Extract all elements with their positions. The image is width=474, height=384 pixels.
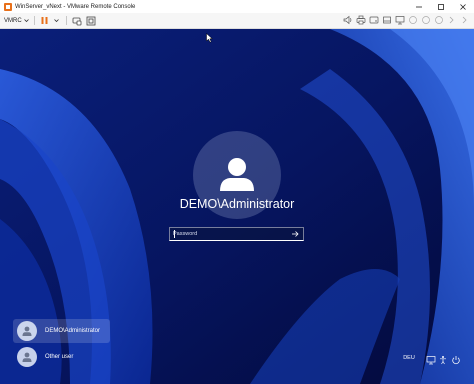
user-tile-label: DEMO\Administrator <box>45 328 101 334</box>
chevron-right-icon[interactable] <box>447 15 457 25</box>
user-avatar-icon <box>17 321 37 341</box>
send-keys-icon[interactable] <box>72 16 82 26</box>
window-controls <box>408 0 474 13</box>
network-icon[interactable] <box>425 355 437 365</box>
window-titlebar: WinServer_vNext - VMware Remote Console <box>0 0 474 13</box>
vmrc-menu-button[interactable]: VMRC <box>4 18 29 24</box>
maximize-icon[interactable] <box>430 0 452 13</box>
vmrc-toolbar: VMRC <box>0 13 474 29</box>
minimize-icon[interactable] <box>408 0 430 13</box>
accessibility-icon[interactable] <box>437 355 449 365</box>
removable-device-icon[interactable] <box>382 15 392 25</box>
chevron-right-icon[interactable] <box>460 15 470 25</box>
user-tile-other-user[interactable]: Other user <box>13 345 110 369</box>
vmrc-app-icon <box>3 2 12 11</box>
remote-console-screen[interactable]: DEMO\Administrator DEMO\Administrator Ot… <box>0 29 474 384</box>
login-username: DEMO\Administrator <box>179 197 295 211</box>
user-avatar-icon <box>17 347 37 367</box>
pause-icon[interactable] <box>40 16 50 26</box>
chevron-down-icon <box>23 19 29 23</box>
window-title: WinServer_vNext - VMware Remote Console <box>15 3 136 10</box>
more-device-icon[interactable] <box>434 15 444 25</box>
toolbar-divider <box>33 16 35 25</box>
person-icon <box>220 158 254 191</box>
power-menu-chevron-icon[interactable] <box>54 16 60 26</box>
network-icon[interactable] <box>395 15 405 25</box>
password-field[interactable] <box>169 227 304 241</box>
fit-screen-icon[interactable] <box>86 16 96 26</box>
input-language-indicator[interactable]: DEU <box>400 355 418 361</box>
sound-icon[interactable] <box>343 15 353 25</box>
printer-icon[interactable] <box>356 15 366 25</box>
password-input[interactable] <box>173 228 288 240</box>
user-tile-administrator[interactable]: DEMO\Administrator <box>13 319 110 343</box>
arrow-right-icon[interactable] <box>290 229 300 239</box>
disk-icon[interactable] <box>369 15 379 25</box>
usb-icon[interactable] <box>408 15 418 25</box>
vmrc-menu-label: VMRC <box>4 17 22 24</box>
power-icon[interactable] <box>450 355 462 365</box>
toolbar-divider <box>65 16 67 25</box>
close-icon[interactable] <box>452 0 474 13</box>
user-tile-label: Other user <box>45 354 74 360</box>
mouse-cursor-icon <box>206 30 213 48</box>
floppy-icon[interactable] <box>421 15 431 25</box>
device-icons <box>343 15 470 25</box>
